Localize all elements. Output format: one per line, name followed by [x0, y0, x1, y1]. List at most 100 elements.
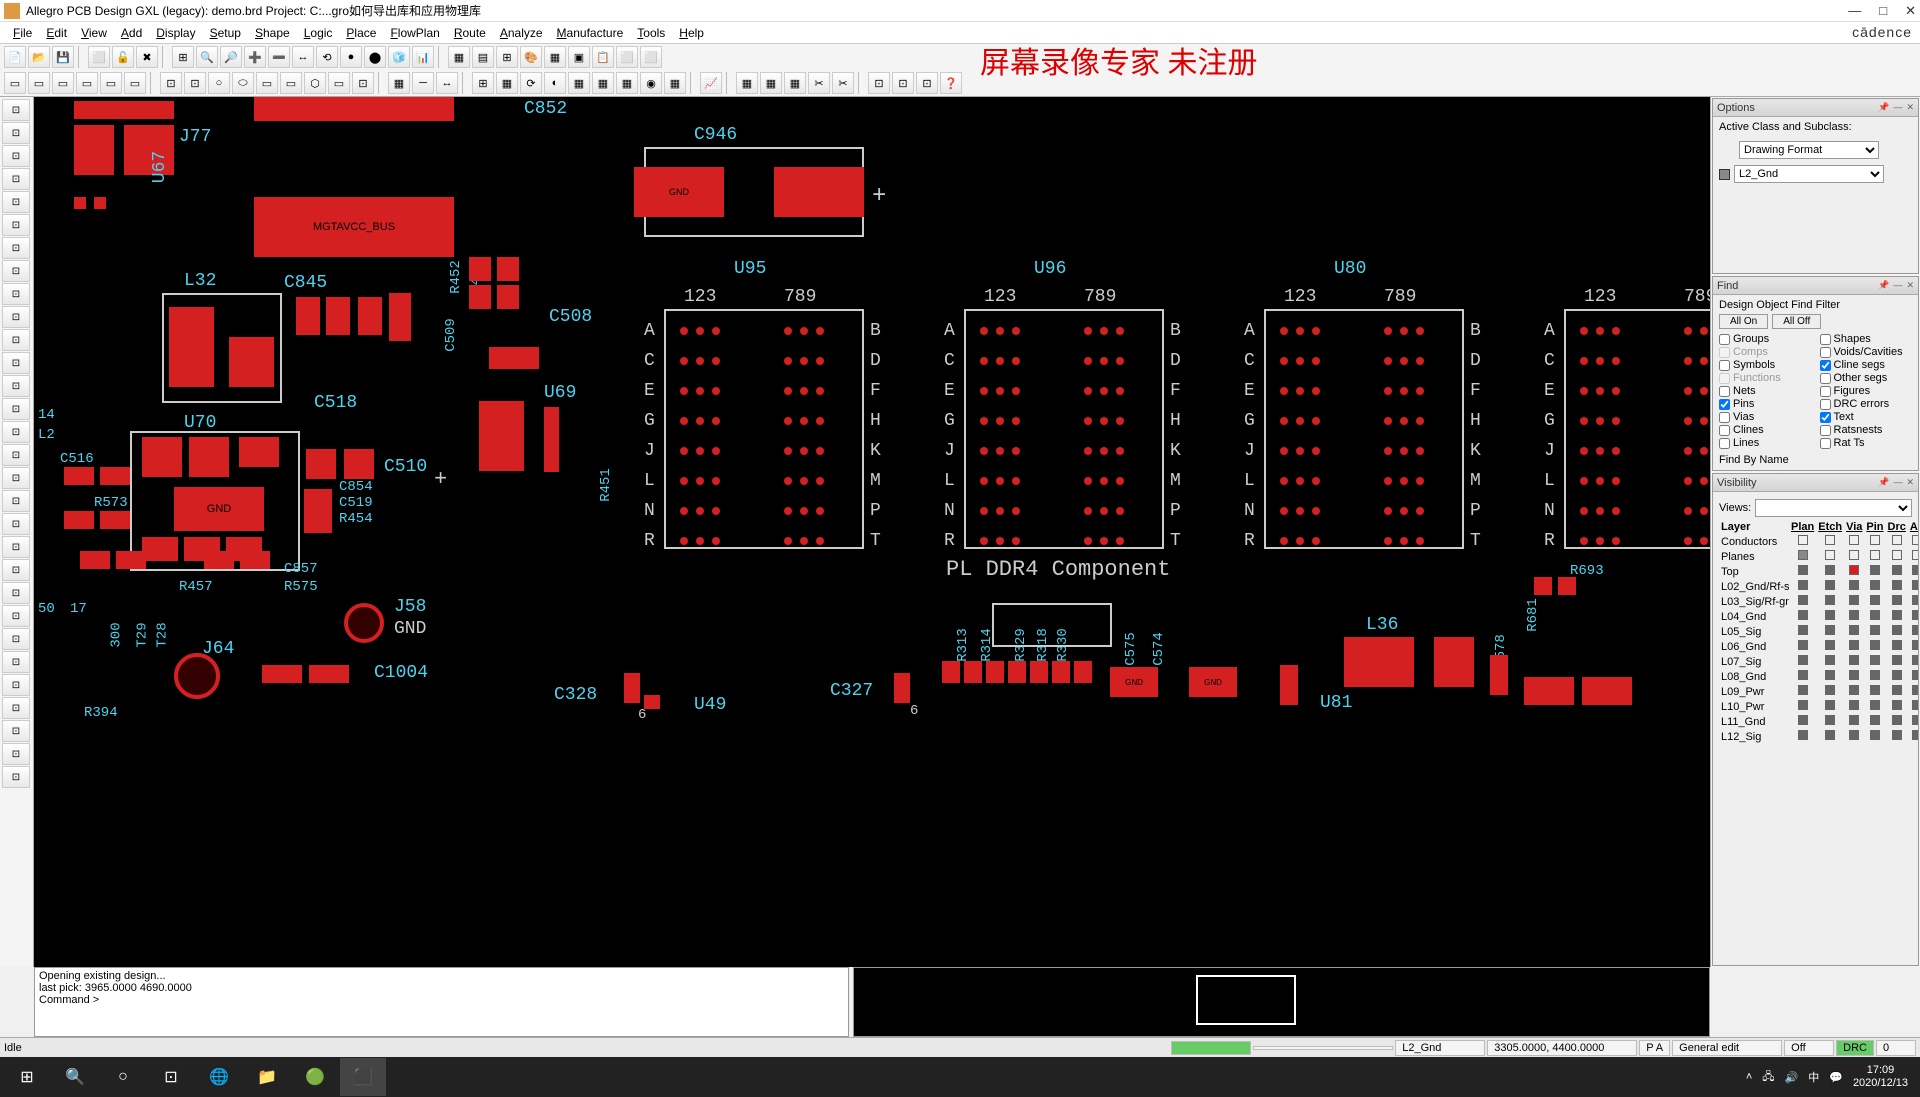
- vis-check[interactable]: [1798, 550, 1808, 560]
- toolbar-button[interactable]: 🔎: [220, 46, 242, 68]
- vis-check[interactable]: [1798, 640, 1808, 650]
- toolbar-button[interactable]: ⬡: [304, 72, 326, 94]
- toolbar-button[interactable]: ▭: [76, 72, 98, 94]
- vis-check[interactable]: [1825, 550, 1835, 560]
- vis-check[interactable]: [1849, 550, 1859, 560]
- vis-check[interactable]: [1912, 655, 1919, 665]
- vis-check[interactable]: [1798, 610, 1808, 620]
- toolbar-button[interactable]: ▦: [616, 72, 638, 94]
- vis-check[interactable]: [1912, 550, 1919, 560]
- vis-check[interactable]: [1870, 685, 1880, 695]
- toolbar-button[interactable]: ▦: [496, 72, 518, 94]
- toolbar-button[interactable]: ⬜: [616, 46, 638, 68]
- side-tool[interactable]: ⊡: [2, 214, 30, 236]
- vis-check[interactable]: [1849, 730, 1859, 740]
- toolbar-button[interactable]: ⊞: [172, 46, 194, 68]
- side-tool[interactable]: ⊡: [2, 697, 30, 719]
- vis-check[interactable]: [1912, 580, 1919, 590]
- vis-check[interactable]: [1798, 730, 1808, 740]
- toolbar-button[interactable]: ⊡: [892, 72, 914, 94]
- toolbar-button[interactable]: ⊡: [352, 72, 374, 94]
- vis-check[interactable]: [1825, 595, 1835, 605]
- toolbar-button[interactable]: ⊡: [868, 72, 890, 94]
- class-select[interactable]: Drawing Format: [1739, 141, 1879, 159]
- side-tool[interactable]: ⊡: [2, 191, 30, 213]
- toolbar-button[interactable]: ▦: [544, 46, 566, 68]
- vis-col-Etch[interactable]: Etch: [1816, 520, 1844, 534]
- side-tool[interactable]: ⊡: [2, 628, 30, 650]
- panel-close-icon[interactable]: ✕: [1906, 477, 1914, 488]
- vis-check[interactable]: [1892, 625, 1902, 635]
- menu-place[interactable]: Place: [339, 24, 383, 42]
- vis-check[interactable]: [1912, 535, 1919, 545]
- vis-check[interactable]: [1849, 610, 1859, 620]
- toolbar-button[interactable]: ⟳: [520, 72, 542, 94]
- side-tool[interactable]: ⊡: [2, 398, 30, 420]
- side-tool[interactable]: ⊡: [2, 237, 30, 259]
- vis-check[interactable]: [1912, 640, 1919, 650]
- side-tool[interactable]: ⊡: [2, 536, 30, 558]
- tray-notif-icon[interactable]: 💬: [1829, 1071, 1843, 1084]
- vis-check[interactable]: [1912, 685, 1919, 695]
- vis-check[interactable]: [1870, 670, 1880, 680]
- vis-check[interactable]: [1892, 535, 1902, 545]
- menu-route[interactable]: Route: [447, 24, 493, 42]
- toolbar-button[interactable]: 📄: [4, 46, 26, 68]
- toolbar-button[interactable]: ⊞: [496, 46, 518, 68]
- vis-check[interactable]: [1870, 565, 1880, 575]
- side-tool[interactable]: ⊡: [2, 99, 30, 121]
- vis-check[interactable]: [1892, 655, 1902, 665]
- vis-check[interactable]: [1798, 580, 1808, 590]
- find-cb-voids/cavities[interactable]: [1820, 347, 1831, 358]
- toolbar-button[interactable]: 🔍: [196, 46, 218, 68]
- vis-check[interactable]: [1825, 655, 1835, 665]
- toolbar-button[interactable]: ▭: [124, 72, 146, 94]
- vis-col-Drc[interactable]: Drc: [1886, 520, 1908, 534]
- vis-check[interactable]: [1849, 580, 1859, 590]
- tray-ime-icon[interactable]: 中: [1808, 1069, 1819, 1085]
- toolbar-button[interactable]: ○: [208, 72, 230, 94]
- vis-check[interactable]: [1849, 700, 1859, 710]
- vis-check[interactable]: [1798, 535, 1808, 545]
- toolbar-button[interactable]: ▣: [568, 46, 590, 68]
- find-cb-rat ts[interactable]: [1820, 438, 1831, 449]
- side-tool[interactable]: ⊡: [2, 375, 30, 397]
- toolbar-button[interactable]: ▦: [760, 72, 782, 94]
- panel-close-icon[interactable]: ✕: [1906, 102, 1914, 113]
- vis-check[interactable]: [1825, 715, 1835, 725]
- vis-check[interactable]: [1849, 715, 1859, 725]
- toolbar-button[interactable]: ▦: [784, 72, 806, 94]
- vis-check[interactable]: [1870, 595, 1880, 605]
- toolbar-button[interactable]: ⬤: [364, 46, 386, 68]
- side-tool[interactable]: ⊡: [2, 352, 30, 374]
- vis-check[interactable]: [1798, 565, 1808, 575]
- toolbar-button[interactable]: ◐: [544, 72, 566, 94]
- side-tool[interactable]: ⊡: [2, 168, 30, 190]
- side-tool[interactable]: ⊡: [2, 329, 30, 351]
- vis-check[interactable]: [1798, 715, 1808, 725]
- vis-check[interactable]: [1798, 655, 1808, 665]
- pcb-canvas[interactable]: MGTAVCC_BUS J77 U67 C852 C946 GND + L32 …: [34, 97, 1710, 967]
- toolbar-button[interactable]: ─: [412, 72, 434, 94]
- toolbar-button[interactable]: ⊡: [916, 72, 938, 94]
- toolbar-button[interactable]: ⊡: [184, 72, 206, 94]
- vis-check[interactable]: [1892, 595, 1902, 605]
- toolbar-button[interactable]: ▭: [256, 72, 278, 94]
- vis-check[interactable]: [1849, 625, 1859, 635]
- vis-check[interactable]: [1892, 715, 1902, 725]
- panel-pin-icon[interactable]: 📌: [1878, 477, 1889, 488]
- toolbar-button[interactable]: ⊡: [160, 72, 182, 94]
- vis-check[interactable]: [1798, 625, 1808, 635]
- vis-check[interactable]: [1870, 580, 1880, 590]
- side-tool[interactable]: ⊡: [2, 605, 30, 627]
- vis-check[interactable]: [1798, 685, 1808, 695]
- maximize-button[interactable]: □: [1879, 3, 1887, 19]
- vis-check[interactable]: [1892, 640, 1902, 650]
- toolbar-button[interactable]: ◉: [640, 72, 662, 94]
- subclass-select[interactable]: L2_Gnd: [1734, 165, 1884, 183]
- vis-check[interactable]: [1825, 565, 1835, 575]
- vis-check[interactable]: [1892, 730, 1902, 740]
- panel-pin-icon[interactable]: 📌: [1878, 102, 1889, 113]
- toolbar-button[interactable]: 🧊: [388, 46, 410, 68]
- vis-col-Plan[interactable]: Plan: [1789, 520, 1816, 534]
